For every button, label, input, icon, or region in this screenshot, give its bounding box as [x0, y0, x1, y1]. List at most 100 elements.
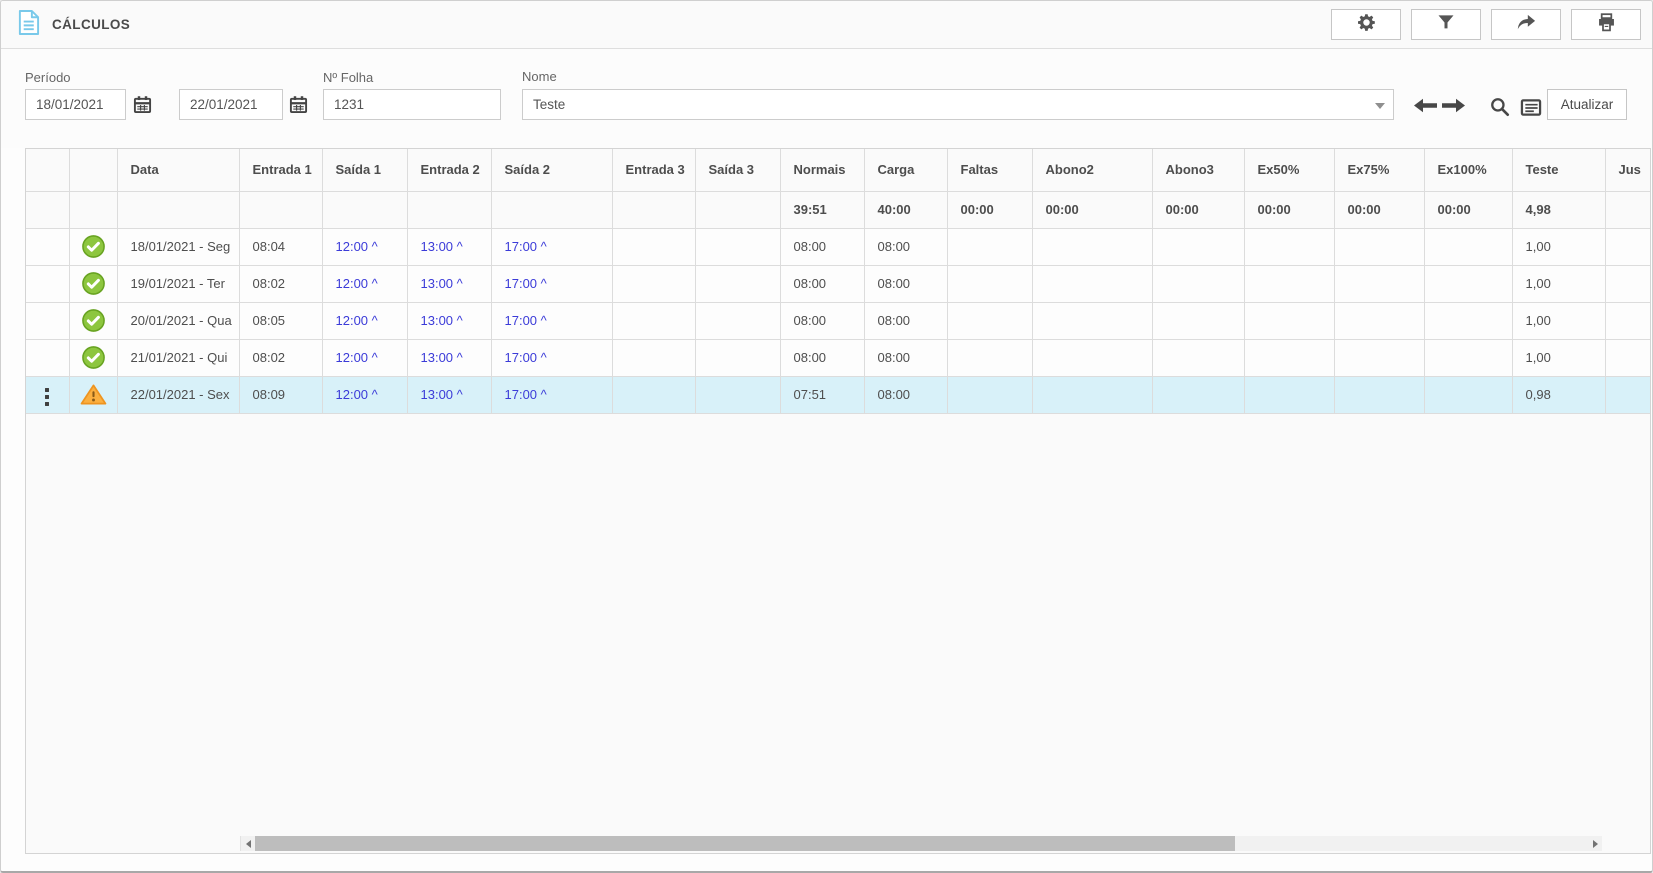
periodo-end-input[interactable] — [179, 89, 283, 120]
cell-ex100 — [1424, 339, 1512, 376]
column-header-saida3[interactable]: Saída 3 — [695, 149, 780, 191]
column-header-ex50[interactable]: Ex50% — [1244, 149, 1334, 191]
column-header-jus[interactable]: Jus — [1605, 149, 1651, 191]
cell-entrada1: 08:02 — [239, 339, 322, 376]
card-view-icon[interactable] — [1520, 99, 1542, 121]
scroll-thumb[interactable] — [255, 836, 1235, 851]
totals-saida1 — [322, 191, 407, 228]
totals-faltas: 00:00 — [947, 191, 1032, 228]
cell-faltas — [947, 265, 1032, 302]
punch-link[interactable]: 13:00 ^ — [421, 387, 463, 402]
cell-abono2 — [1032, 376, 1152, 413]
next-record-button[interactable] — [1441, 98, 1467, 118]
totals-ex50: 00:00 — [1244, 191, 1334, 228]
scroll-right-button[interactable] — [1588, 836, 1602, 851]
table-row[interactable]: 19/01/2021 - Ter08:0212:00 ^13:00 ^17:00… — [26, 265, 1651, 302]
scroll-left-icon — [246, 840, 251, 848]
cell-entrada1: 08:05 — [239, 302, 322, 339]
column-header-status — [69, 149, 117, 191]
cell-ex75 — [1334, 339, 1424, 376]
table-row[interactable]: 18/01/2021 - Seg08:0412:00 ^13:00 ^17:00… — [26, 228, 1651, 265]
cell-saida1: 12:00 ^ — [322, 228, 407, 265]
column-header-normais[interactable]: Normais — [780, 149, 864, 191]
punch-link[interactable]: 17:00 ^ — [505, 387, 547, 402]
cell-status — [69, 339, 117, 376]
funnel-icon — [1436, 12, 1456, 37]
cell-ex50 — [1244, 228, 1334, 265]
cell-data: 22/01/2021 - Sex — [117, 376, 239, 413]
punch-link[interactable]: 13:00 ^ — [421, 350, 463, 365]
filter-button[interactable] — [1411, 9, 1481, 40]
column-header-teste[interactable]: Teste — [1512, 149, 1605, 191]
periodo-start-input[interactable] — [25, 89, 126, 120]
column-header-data[interactable]: Data — [117, 149, 239, 191]
cell-saida1: 12:00 ^ — [322, 302, 407, 339]
totals-saida2 — [491, 191, 612, 228]
column-header-entrada2[interactable]: Entrada 2 — [407, 149, 491, 191]
cell-entrada2: 13:00 ^ — [407, 302, 491, 339]
calculos-window: CÁLCULOS — [0, 0, 1653, 873]
punch-link[interactable]: 12:00 ^ — [336, 276, 378, 291]
scroll-left-button[interactable] — [241, 836, 255, 851]
share-button[interactable] — [1491, 9, 1561, 40]
column-header-saida2[interactable]: Saída 2 — [491, 149, 612, 191]
totals-entrada2 — [407, 191, 491, 228]
column-header-saida1[interactable]: Saída 1 — [322, 149, 407, 191]
table-row[interactable]: 21/01/2021 - Qui08:0212:00 ^13:00 ^17:00… — [26, 339, 1651, 376]
totals-ex100: 00:00 — [1424, 191, 1512, 228]
row-menu-kebab[interactable] — [41, 384, 53, 410]
punch-link[interactable]: 13:00 ^ — [421, 276, 463, 291]
totals-abono3: 00:00 — [1152, 191, 1244, 228]
document-icon — [17, 9, 40, 41]
search-icon[interactable] — [1489, 96, 1510, 122]
cell-menu — [26, 339, 69, 376]
punch-link[interactable]: 13:00 ^ — [421, 313, 463, 328]
totals-normais: 39:51 — [780, 191, 864, 228]
calendar-icon[interactable] — [133, 95, 152, 119]
punch-link[interactable]: 12:00 ^ — [336, 350, 378, 365]
column-header-abono3[interactable]: Abono3 — [1152, 149, 1244, 191]
cell-jus — [1605, 302, 1651, 339]
totals-abono2: 00:00 — [1032, 191, 1152, 228]
column-header-ex75[interactable]: Ex75% — [1334, 149, 1424, 191]
cell-carga: 08:00 — [864, 302, 947, 339]
cell-entrada1: 08:02 — [239, 265, 322, 302]
punch-link[interactable]: 17:00 ^ — [505, 239, 547, 254]
atualizar-button[interactable]: Atualizar — [1547, 89, 1627, 120]
column-header-abono2[interactable]: Abono2 — [1032, 149, 1152, 191]
scroll-track[interactable] — [1235, 836, 1588, 851]
print-button[interactable] — [1571, 9, 1641, 40]
cell-ex100 — [1424, 376, 1512, 413]
cell-ex75 — [1334, 302, 1424, 339]
status-ok-icon — [81, 345, 106, 370]
cell-jus — [1605, 376, 1651, 413]
column-header-entrada3[interactable]: Entrada 3 — [612, 149, 695, 191]
column-header-ex100[interactable]: Ex100% — [1424, 149, 1512, 191]
cell-status — [69, 265, 117, 302]
punch-link[interactable]: 12:00 ^ — [336, 387, 378, 402]
punch-link[interactable]: 17:00 ^ — [505, 313, 547, 328]
table-row[interactable]: 22/01/2021 - Sex08:0912:00 ^13:00 ^17:00… — [26, 376, 1651, 413]
horizontal-scrollbar[interactable] — [240, 836, 1602, 851]
chevron-down-icon[interactable] — [1375, 103, 1385, 109]
cell-ex50 — [1244, 376, 1334, 413]
cell-normais: 08:00 — [780, 339, 864, 376]
punch-link[interactable]: 17:00 ^ — [505, 276, 547, 291]
punch-link[interactable]: 12:00 ^ — [336, 313, 378, 328]
calendar-icon[interactable] — [289, 95, 308, 119]
folha-input[interactable] — [323, 89, 501, 120]
punch-link[interactable]: 17:00 ^ — [505, 350, 547, 365]
table-row[interactable]: 20/01/2021 - Qua08:0512:00 ^13:00 ^17:00… — [26, 302, 1651, 339]
nome-label: Nome — [522, 69, 557, 84]
cell-status — [69, 376, 117, 413]
column-header-carga[interactable]: Carga — [864, 149, 947, 191]
totals-data — [117, 191, 239, 228]
punch-link[interactable]: 13:00 ^ — [421, 239, 463, 254]
column-header-entrada1[interactable]: Entrada 1 — [239, 149, 322, 191]
nome-combobox[interactable] — [522, 89, 1394, 120]
settings-button[interactable] — [1331, 9, 1401, 40]
punch-link[interactable]: 12:00 ^ — [336, 239, 378, 254]
previous-record-button[interactable] — [1412, 98, 1438, 118]
column-header-faltas[interactable]: Faltas — [947, 149, 1032, 191]
cell-entrada2: 13:00 ^ — [407, 376, 491, 413]
